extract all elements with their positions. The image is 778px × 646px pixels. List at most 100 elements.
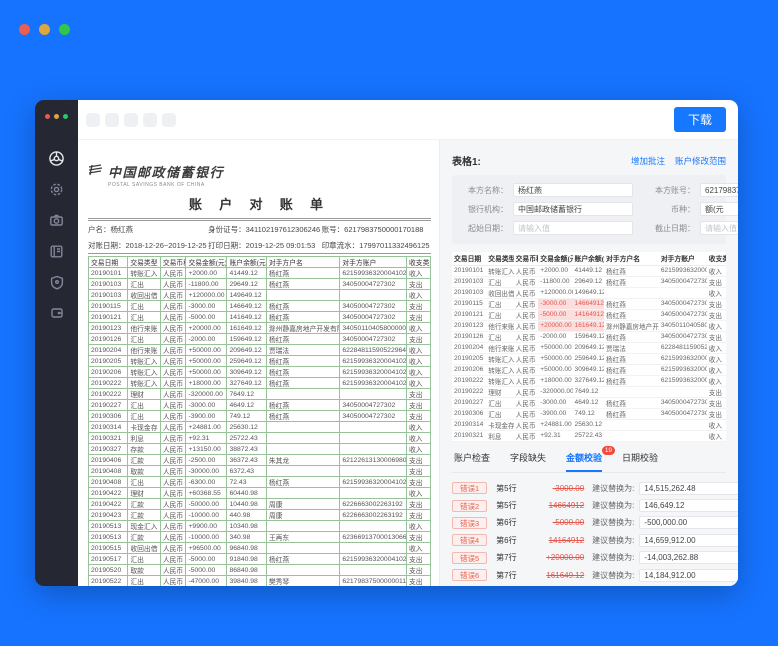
- table-row: 20190406 汇款 人民币 -2500.00 36372.43 朱其龙 62122613…: [87, 454, 431, 466]
- table-row[interactable]: 20190206 转账汇入 人民币 +50000.00 309649.12 杨红燕 6215…: [452, 364, 726, 376]
- table-cell: 14164912: [572, 309, 605, 321]
- table-cell: 理财: [486, 386, 514, 398]
- table-cell: [265, 520, 341, 532]
- page-thumbnail[interactable]: [86, 112, 100, 127]
- table-cell: [339, 421, 408, 433]
- table-cell: 卡现金存: [486, 419, 514, 431]
- table-cell: 杨红燕: [265, 300, 341, 312]
- suggestion-input[interactable]: [639, 533, 738, 547]
- page-thumbnail[interactable]: [105, 112, 119, 127]
- table-cell: 理财: [127, 487, 161, 499]
- form-field-input[interactable]: [700, 221, 738, 235]
- account-edit-scope-link[interactable]: 账户修改范围: [675, 155, 726, 167]
- form-field: 本方账号：: [649, 183, 738, 197]
- table-cell: 20190422: [87, 487, 129, 499]
- notebook-icon[interactable]: [48, 242, 66, 260]
- table-row[interactable]: 20190121 汇出 人民币 -5000.00 14164912 杨红燕 34050004…: [452, 309, 726, 321]
- table-cell: 收入: [706, 419, 726, 431]
- app-logo-icon[interactable]: [48, 149, 66, 167]
- error-row: 错误1第5行-3000.00建议替换为:替换: [452, 480, 738, 497]
- table-cell: 38872.43: [226, 443, 267, 455]
- form-field-input[interactable]: [513, 221, 633, 235]
- table-row[interactable]: 20190227 汇出 人民币 -3000.00 4649.12 杨红燕 340500047…: [452, 397, 726, 409]
- form-field-input[interactable]: [513, 183, 633, 197]
- maximize-dot-icon[interactable]: [59, 24, 70, 35]
- window-minimize-icon[interactable]: [54, 114, 59, 119]
- tab-日期校验[interactable]: 日期校验: [622, 451, 658, 472]
- table-cell: 4649.12: [572, 397, 605, 409]
- table-cell: 杨红燕: [604, 375, 659, 387]
- table-cell: 60440.98: [226, 487, 267, 499]
- close-dot-icon[interactable]: [19, 24, 30, 35]
- gear-icon[interactable]: [48, 180, 66, 198]
- table-cell: 贾瑞法: [604, 342, 659, 354]
- table-row[interactable]: 20190101 转账汇入 人民币 +2000.00 41449.12 杨红燕 621599…: [452, 265, 726, 277]
- table-cell: 96840.98: [226, 542, 267, 554]
- table-cell: 人民币: [513, 265, 539, 277]
- form-field: 币种：: [649, 202, 738, 216]
- page-thumbnail[interactable]: [124, 112, 138, 127]
- table-cell: +18000.00: [538, 375, 573, 387]
- table-row: 20190204 他行来账 人民币 +50000.00 209649.12 贾瑞法 6228…: [87, 344, 431, 356]
- table-row[interactable]: 20190115 汇出 人民币 -3000.00 14664912 杨红燕 34050004…: [452, 298, 726, 310]
- shield-icon[interactable]: [48, 273, 66, 291]
- tab-金额校验[interactable]: 金额校验 19: [566, 445, 616, 472]
- form-field-input[interactable]: [700, 183, 738, 197]
- page-thumbnail[interactable]: [143, 112, 157, 127]
- table-cell: 杨红燕: [265, 278, 341, 290]
- table-row[interactable]: 20190103 收回出借 人民币 +120000.00 149649.12 收入: [452, 287, 726, 299]
- window-close-icon[interactable]: [45, 114, 50, 119]
- table-row[interactable]: 20190321 利息 人民币 +92.31 25722.43 收入: [452, 430, 726, 442]
- add-annotation-link[interactable]: 增加批注: [631, 155, 665, 167]
- tab-账户检查[interactable]: 账户检查: [454, 451, 490, 472]
- table-cell: -5000.00: [538, 309, 573, 321]
- suggestion-input[interactable]: [639, 516, 738, 530]
- tab-字段缺失[interactable]: 字段缺失: [510, 451, 546, 472]
- table-cell: 收入: [406, 289, 431, 301]
- table-cell: [339, 465, 408, 477]
- table-cell: 收入: [706, 342, 726, 354]
- table-cell: +50000.00: [185, 366, 228, 378]
- table-row[interactable]: 20190314 卡现金存 人民币 +24881.00 25630.12 收入: [452, 419, 726, 431]
- table-row: 20190205 转账汇入 人民币 +50000.00 259649.12 杨红燕 6215…: [87, 355, 431, 367]
- page-thumbnail[interactable]: [162, 112, 176, 127]
- camera-icon[interactable]: [48, 211, 66, 229]
- wallet-icon[interactable]: [48, 304, 66, 322]
- table-cell: 34050004727302: [658, 408, 707, 420]
- table-cell: 杨红燕: [604, 298, 659, 310]
- table-row[interactable]: 20190103 汇出 人民币 -11800.00 29649.12 杨红燕 3405000…: [452, 276, 726, 288]
- download-button[interactable]: 下载: [673, 107, 726, 132]
- suggestion-input[interactable]: [639, 481, 738, 495]
- table-cell: 14664912: [572, 298, 605, 310]
- table-row[interactable]: 20190123 他行来账 人民币 +20000.00 161649.12 滁州静嘉房地产…: [452, 320, 726, 332]
- table-cell: 20190103: [452, 276, 487, 288]
- table-row[interactable]: 20190306 汇出 人民币 -3900.00 749.12 杨红燕 3405000472…: [452, 408, 726, 420]
- table-row[interactable]: 20190126 汇出 人民币 -2000.00 159649.12 杨红燕 3405000…: [452, 331, 726, 343]
- table-cell: 25722.43: [226, 432, 267, 444]
- table-row[interactable]: 20190222 转账汇入 人民币 +18000.00 327649.12 杨红燕 6215…: [452, 375, 726, 387]
- table-cell: -3900.00: [185, 410, 228, 422]
- table-row[interactable]: 20190205 转账汇入 人民币 +50000.00 259649.12 杨红燕 6215…: [452, 353, 726, 365]
- table-cell: 6215993632000410255: [339, 377, 408, 389]
- table-cell: 杨红燕: [604, 265, 659, 277]
- table-cell: 人民币: [513, 331, 539, 343]
- table-row: 20190321 利息 人民币 +92.31 25722.43 收入: [87, 432, 431, 444]
- minimize-dot-icon[interactable]: [39, 24, 50, 35]
- suggestion-input[interactable]: [639, 499, 738, 513]
- table-row[interactable]: 20190204 他行来账 人民币 +50000.00 209649.12 贾瑞法 6228…: [452, 342, 726, 354]
- window-zoom-icon[interactable]: [63, 114, 68, 119]
- table-cell: 人民币: [159, 410, 187, 422]
- table-cell: [339, 443, 408, 455]
- suggestion-input[interactable]: [639, 551, 738, 565]
- table-cell: 25630.12: [226, 421, 267, 433]
- table-row[interactable]: 20190222 理财 人民币 -320000.00 7649.12 支出: [452, 386, 726, 398]
- suggestion-input[interactable]: [639, 568, 738, 582]
- form-field-input[interactable]: [513, 202, 633, 216]
- table-row: 20190101 转账汇入 人民币 +2000.00 41449.12 杨红燕 621599…: [87, 267, 431, 279]
- table-cell: 人民币: [159, 388, 187, 400]
- form-field-input[interactable]: [700, 202, 738, 216]
- suggestion-label: 建议替换为:: [592, 535, 635, 545]
- table-cell: -2000.00: [185, 333, 228, 345]
- table-cell: 34050004727302: [339, 333, 408, 345]
- table-cell: +120000.00: [185, 289, 228, 301]
